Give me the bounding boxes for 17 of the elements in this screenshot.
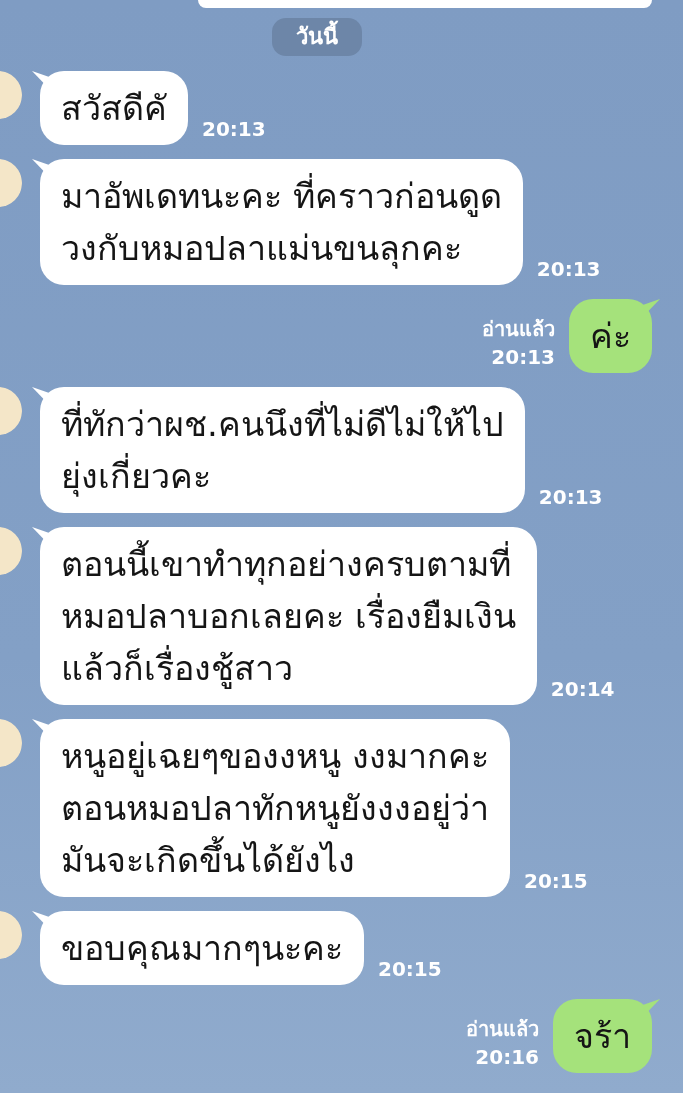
avatar[interactable] bbox=[0, 527, 22, 575]
message-time: 20:13 bbox=[202, 116, 266, 143]
avatar[interactable] bbox=[0, 159, 22, 207]
message-time: 20:13 bbox=[536, 256, 601, 283]
message-time: 20:15 bbox=[378, 956, 442, 983]
read-receipt: อ่านแล้ว bbox=[466, 1016, 539, 1043]
read-receipt: อ่านแล้ว bbox=[482, 316, 555, 343]
message-time: 20:15 bbox=[524, 868, 588, 895]
avatar[interactable] bbox=[0, 71, 22, 119]
message-time: 20:14 bbox=[550, 676, 615, 703]
avatar[interactable] bbox=[0, 387, 22, 435]
date-divider: วันนี้ bbox=[271, 18, 362, 56]
avatar[interactable] bbox=[0, 911, 22, 959]
message-time: 20:13 bbox=[491, 344, 555, 371]
message-time: 20:13 bbox=[538, 484, 603, 511]
avatar[interactable] bbox=[0, 719, 22, 767]
message-time: 20:16 bbox=[475, 1044, 539, 1071]
